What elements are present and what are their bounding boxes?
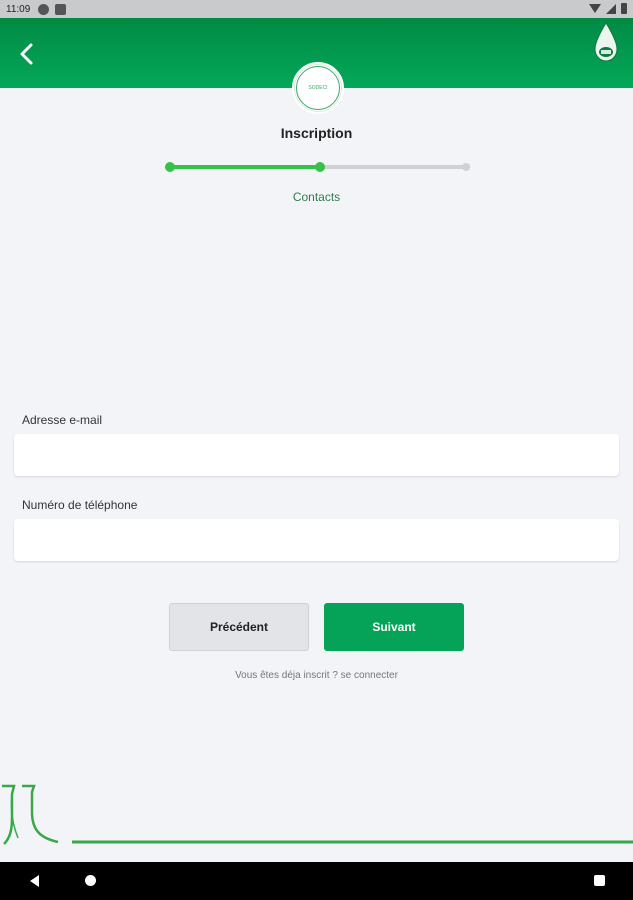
notification-icon [38, 3, 50, 15]
step-label: Contacts [292, 190, 341, 204]
status-indicators [589, 3, 627, 14]
stepper-fill [170, 165, 320, 169]
phone-field[interactable] [14, 519, 619, 561]
next-button[interactable]: Suivant [324, 603, 464, 651]
logo-ring: SODECI [296, 66, 340, 110]
email-field[interactable] [14, 434, 619, 476]
login-link[interactable]: Vous êtes déja inscrit ? se connecter [0, 670, 633, 681]
battery-icon [621, 3, 627, 14]
signal-icon [606, 3, 616, 14]
nav-back-icon[interactable] [30, 875, 39, 887]
back-button[interactable] [14, 40, 40, 68]
chevron-left-icon [20, 43, 33, 65]
water-drop-icon [594, 22, 618, 62]
nav-recent-apps-icon[interactable] [594, 875, 605, 886]
step-2-dot [315, 162, 325, 172]
nav-home-icon[interactable] [85, 875, 96, 886]
status-time: 11:09 [6, 3, 31, 15]
status-bar: 11:09 [0, 0, 633, 18]
email-label: Adresse e-mail [22, 413, 103, 427]
footer-decoration [2, 784, 633, 845]
step-3-dot [462, 163, 470, 171]
page-title: Inscription [280, 125, 353, 141]
system-nav-bar [0, 862, 633, 900]
sd-card-icon [55, 3, 67, 15]
phone-label: Numéro de téléphone [22, 498, 138, 512]
step-1-dot [165, 162, 175, 172]
wifi-icon [589, 4, 601, 13]
previous-button[interactable]: Précédent [169, 603, 309, 651]
company-logo: SODECI [292, 62, 344, 114]
progress-stepper [165, 160, 475, 174]
logo-text: SODECI [308, 85, 328, 91]
